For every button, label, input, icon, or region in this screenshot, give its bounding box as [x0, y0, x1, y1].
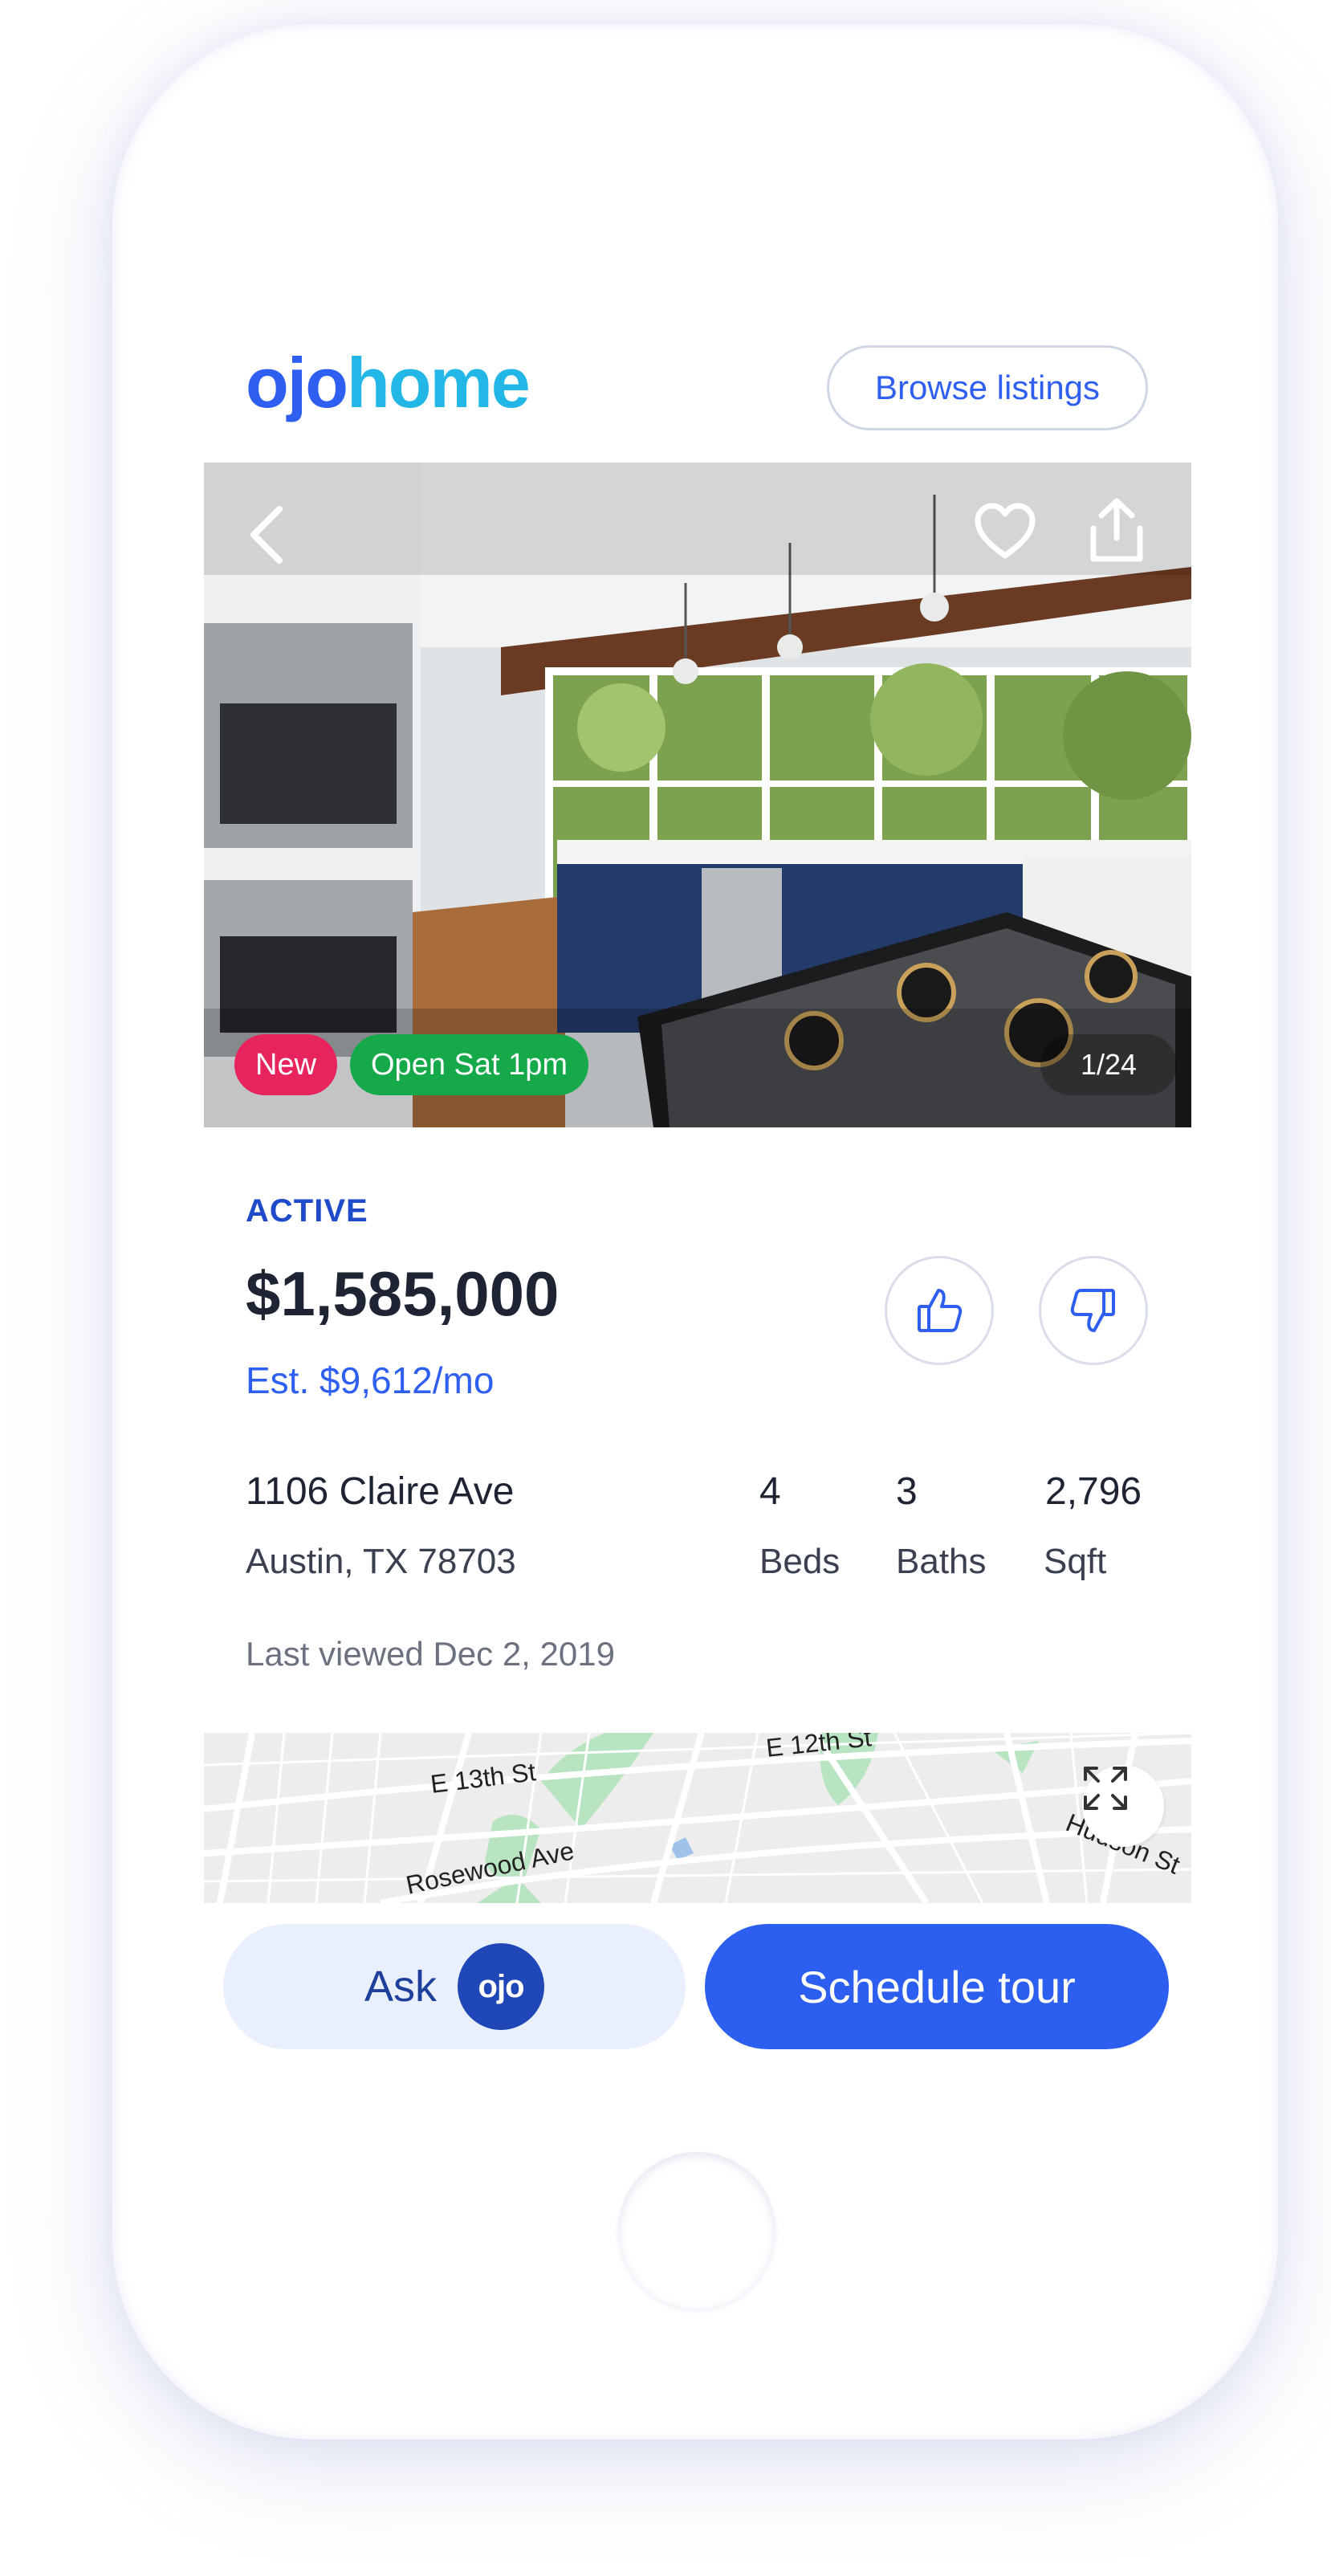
photo-counter: 1/24 [1040, 1034, 1177, 1095]
thumbs-up-button[interactable] [885, 1256, 994, 1365]
beds-label: Beds [759, 1542, 841, 1581]
last-viewed-text: Last viewed Dec 2, 2019 [246, 1635, 615, 1673]
kitchen-photo [204, 463, 1191, 1127]
monthly-estimate-link[interactable]: Est. $9,612/mo [246, 1359, 494, 1402]
ask-button[interactable]: Ask ojo [223, 1924, 686, 2049]
thumbs-down-button[interactable] [1039, 1256, 1148, 1365]
listing-status: ACTIVE [246, 1193, 368, 1229]
map-streets [204, 1733, 1191, 1903]
schedule-tour-button[interactable]: Schedule tour [705, 1924, 1169, 2049]
expand-map-button[interactable] [1082, 1765, 1164, 1847]
baths-value: 3 [896, 1470, 918, 1513]
logo-ojo-text: ojo [246, 343, 348, 422]
sqft-label: Sqft [1044, 1542, 1107, 1581]
share-icon[interactable] [1087, 496, 1146, 564]
expand-icon [1084, 1767, 1127, 1810]
listing-photo[interactable]: New Open Sat 1pm 1/24 [204, 463, 1191, 1127]
ojo-assistant-icon: ojo [458, 1943, 545, 2030]
new-badge: New [234, 1034, 338, 1095]
back-chevron-icon[interactable] [244, 503, 292, 567]
sqft-value: 2,796 [1045, 1470, 1142, 1513]
ask-label: Ask [364, 1963, 438, 2011]
heart-icon[interactable] [975, 503, 1036, 564]
open-house-badge: Open Sat 1pm [350, 1034, 589, 1095]
baths-label: Baths [896, 1542, 987, 1581]
beds-value: 4 [759, 1470, 781, 1513]
logo-home-text: home [346, 343, 531, 422]
listing-price: $1,585,000 [246, 1258, 560, 1329]
address-street: 1106 Claire Ave [246, 1470, 515, 1513]
browse-listings-button[interactable]: Browse listings [827, 345, 1148, 430]
address-city: Austin, TX 78703 [246, 1542, 516, 1581]
thumbs-up-icon [918, 1289, 963, 1332]
thumbs-down-icon [1070, 1289, 1115, 1332]
location-map[interactable]: E 13th St E 12th St Rosewood Ave Hudson … [204, 1733, 1191, 1903]
home-button[interactable] [618, 2152, 775, 2309]
ojohome-logo[interactable]: ojohome [246, 342, 531, 430]
listing-screen: ojohome Browse listings New Open Sat 1pm… [204, 273, 1191, 2104]
